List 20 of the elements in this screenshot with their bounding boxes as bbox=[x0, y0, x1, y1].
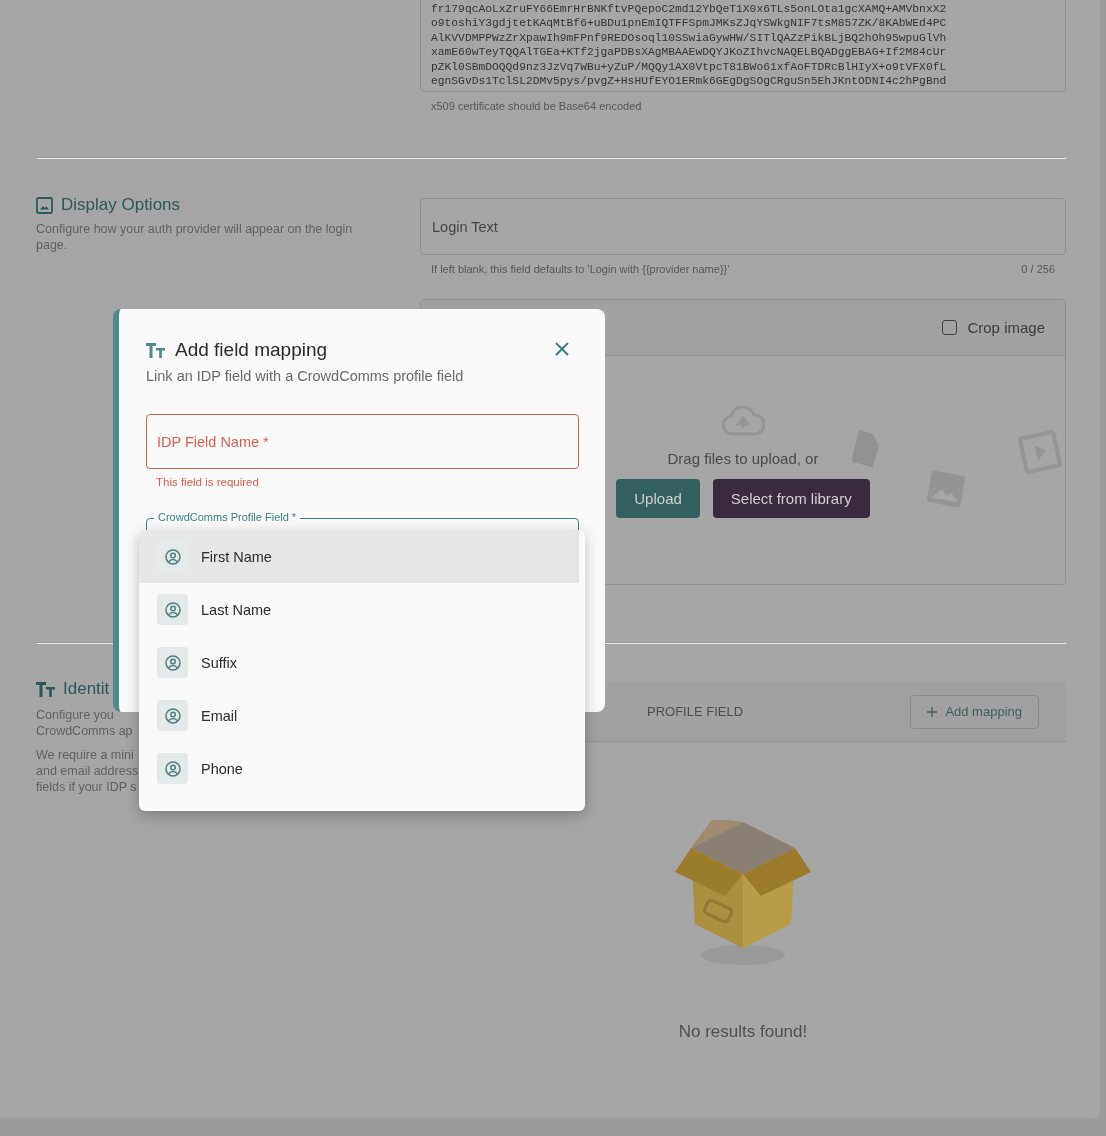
certificate-text-line: AlKVVDMPPWzZrXpawIh9mFPnf9REDOsoql10SSwiaGywHW/SITlQAZzPikBLjBQ2hOh95wpuGlVh bbox=[431, 30, 948, 46]
section-description: We require a mini and email address fields if your IDP s bbox=[36, 747, 139, 796]
upload-prompt: Drag files to upload, or bbox=[667, 450, 819, 468]
dialog-title: Add field mapping bbox=[175, 339, 328, 361]
certificate-text-line: egnSGvDs1TclSL2DMv5pys/pvgZ+HsHUfEYO1ERmk6GEgDgSOgCRguSn5EhJKntODNI4c2hPgBnd bbox=[431, 74, 948, 89]
section-description: Configure how your auth provider will appear on the login page. bbox=[36, 221, 354, 254]
character-counter: 0 / 256 bbox=[1021, 263, 1055, 276]
error-message: This field is required bbox=[156, 476, 260, 488]
login-text-hint: If left blank, this field defaults to 'Login with {{provider name}}' bbox=[431, 263, 730, 276]
certificate-text-line: o9toshiY3gdjtetKAqMtBf6+uBDu1pnEmIQTFFSpmJMKsZJqYSWkgNIF7tsM857ZK/8KAbWEd4PC bbox=[431, 16, 948, 31]
column-header: PROFILE FIELD bbox=[647, 704, 744, 720]
section-title: Display Options bbox=[61, 195, 181, 216]
certificate-text-line: fr179qcAoLxZruFY66EmrHrBNKftvPQepoC2md12YbQeT1X0x6TLs5onLOta1gcXAMQ+AMVbnxX2 bbox=[431, 2, 948, 17]
empty-message: No results found! bbox=[678, 1022, 808, 1043]
section-description: Configure you CrowdComms ap bbox=[36, 707, 133, 740]
certificate-hint: x509 certificate should be Base64 encoded bbox=[431, 100, 642, 113]
certificate-text-line: pZKl0SBmDOQQd9nz3JzVq7WBu+yZuP/MQQy1AX0VtpcT81BWo61xfAoFTDRcBlHIyX+o9tVFX0fL bbox=[431, 59, 948, 75]
section-title: Identit bbox=[63, 679, 110, 700]
certificate-text-line: xamE60wTeyTQQAlTGEa+KTf2jgaPDBsXAgMBAAEwDQYJKoZIhvcNAQELBQADggEBAG+If2M84cUr bbox=[431, 45, 948, 60]
dialog-subtitle: Link an IDP field with a CrowdComms profile field bbox=[146, 368, 465, 384]
